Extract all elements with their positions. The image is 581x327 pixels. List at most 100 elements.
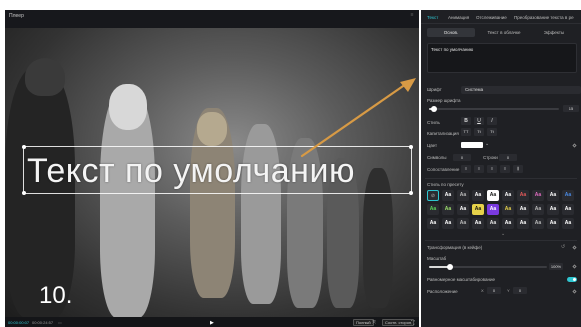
- resize-handle[interactable]: [409, 191, 413, 195]
- position-x-axis-label: X: [481, 288, 484, 293]
- preset-style[interactable]: Aa: [442, 190, 454, 201]
- robot-head-1: [109, 84, 147, 130]
- preset-style[interactable]: Aa: [457, 218, 469, 229]
- play-icon[interactable]: ▶: [210, 320, 214, 326]
- preset-style[interactable]: Aa: [487, 190, 499, 201]
- preset-style[interactable]: Aa: [427, 218, 439, 229]
- full-button[interactable]: Полный: [353, 319, 374, 326]
- preset-style[interactable]: Aa: [517, 204, 529, 215]
- subtab-effects[interactable]: Эффекты: [531, 28, 577, 37]
- step-number: 10.: [39, 282, 73, 309]
- lines-label: Строки: [483, 155, 498, 160]
- preset-style[interactable]: Aa: [547, 218, 559, 229]
- preset-style[interactable]: Aa: [562, 204, 574, 215]
- preset-style[interactable]: Aa: [517, 190, 529, 201]
- scale-slider[interactable]: [429, 264, 547, 270]
- divider: [425, 240, 577, 241]
- keyframe-icon[interactable]: [572, 264, 577, 269]
- tab-tracking[interactable]: Отслеживание: [476, 15, 507, 20]
- keyframe-icon[interactable]: [572, 245, 577, 250]
- tab-text-to-speech[interactable]: Преобразование текста в ре: [514, 15, 574, 20]
- preset-style[interactable]: Aa: [472, 218, 484, 229]
- caps-lower-button[interactable]: Tt: [487, 128, 497, 136]
- player-panel: Плеер ≡ Текст по умолчанию 10. 00:00:00:…: [5, 10, 419, 327]
- keyframe-icon[interactable]: [572, 143, 577, 148]
- preset-style[interactable]: Aa: [457, 190, 469, 201]
- color-swatch[interactable]: [461, 142, 483, 148]
- align-right-icon[interactable]: ≡: [487, 165, 497, 173]
- subtab-basic[interactable]: Основ.: [427, 28, 475, 37]
- preset-style[interactable]: Aa: [442, 218, 454, 229]
- preset-style[interactable]: Aa: [487, 218, 499, 229]
- align-justify-icon[interactable]: ≡: [500, 165, 510, 173]
- scale-slider-knob[interactable]: [447, 264, 453, 270]
- worker-helmet: [25, 58, 65, 96]
- tab-animation[interactable]: Анимация: [448, 15, 469, 20]
- robot-head-2: [197, 112, 227, 146]
- preset-style[interactable]: Aa: [562, 218, 574, 229]
- size-slider[interactable]: [429, 106, 559, 112]
- preset-style[interactable]: Aa: [532, 204, 544, 215]
- preset-style[interactable]: Aa: [532, 190, 544, 201]
- uniform-scale-toggle[interactable]: [567, 277, 577, 282]
- player-menu-icon[interactable]: ≡: [411, 12, 414, 18]
- text-input[interactable]: Текст по умолчанию: [427, 43, 577, 73]
- preset-style[interactable]: Aa: [532, 218, 544, 229]
- size-value[interactable]: 15: [563, 105, 579, 112]
- size-label: Размер шрифта: [427, 98, 461, 103]
- fullscreen-icon[interactable]: ⛶: [411, 320, 415, 326]
- preset-style[interactable]: Aa: [427, 204, 439, 215]
- preset-style[interactable]: Aa: [547, 190, 559, 201]
- caps-label: Капитализация: [427, 131, 459, 136]
- preset-style[interactable]: Aa: [517, 218, 529, 229]
- keyframe-icon[interactable]: [572, 289, 577, 294]
- preset-style[interactable]: Aa: [472, 190, 484, 201]
- preset-style[interactable]: Aa: [547, 204, 559, 215]
- timeline-icon[interactable]: ▭: [58, 320, 62, 325]
- reset-icon[interactable]: ↺: [561, 244, 565, 250]
- preset-style[interactable]: Aa: [562, 190, 574, 201]
- position-y-value[interactable]: 0: [513, 287, 527, 294]
- caps-upper-button[interactable]: TT: [461, 128, 471, 136]
- position-y-axis-label: Y: [507, 288, 510, 293]
- position-x-value[interactable]: 0: [487, 287, 501, 294]
- chevron-down-icon[interactable]: ⌄: [485, 141, 489, 147]
- preset-style[interactable]: Aa: [457, 204, 469, 215]
- font-select[interactable]: Система: [461, 86, 581, 94]
- time-current: 00:00:00:07: [8, 320, 30, 325]
- align-center-icon[interactable]: ≡: [474, 165, 484, 173]
- player-title: Плеер: [9, 13, 24, 19]
- lines-value[interactable]: 0: [499, 154, 517, 161]
- preset-style[interactable]: Aa: [487, 204, 499, 215]
- italic-button[interactable]: I: [487, 117, 497, 125]
- align-vertical-icon[interactable]: ⫼: [513, 165, 523, 173]
- crop-icon[interactable]: ⤧: [372, 320, 376, 326]
- presets-label: Стиль по пресету: [427, 182, 464, 187]
- subtab-bubble[interactable]: Текст в облачке: [479, 28, 529, 37]
- editor-window: Плеер ≡ Текст по умолчанию 10. 0 0:00:00:…: [0, 0, 581, 327]
- chevron-down-icon[interactable]: ⌄: [501, 231, 505, 237]
- resize-handle[interactable]: [22, 145, 26, 149]
- caps-title-button[interactable]: Tt: [474, 128, 484, 136]
- size-slider-knob[interactable]: [431, 106, 437, 112]
- properties-panel: Текст Анимация Отслеживание Преобразован…: [421, 10, 581, 327]
- preset-style[interactable]: Aa: [502, 218, 514, 229]
- align-left-icon[interactable]: ≡: [461, 165, 471, 173]
- annotation-arrow: [300, 78, 416, 158]
- preset-style[interactable]: Aa: [472, 204, 484, 215]
- scale-value[interactable]: 100%: [549, 263, 563, 270]
- preset-style[interactable]: Aa: [502, 204, 514, 215]
- panel-tabs: Текст Анимация Отслеживание Преобразован…: [421, 10, 581, 24]
- preset-none[interactable]: ⊘: [427, 190, 439, 201]
- transform-label: Трансформация (в кейфе): [427, 245, 483, 250]
- preset-style[interactable]: Aa: [502, 190, 514, 201]
- align-label: Сопоставление: [427, 167, 460, 172]
- preset-style[interactable]: Aa: [442, 204, 454, 215]
- resize-handle[interactable]: [22, 191, 26, 195]
- tab-text[interactable]: Текст: [427, 15, 438, 20]
- symbols-value[interactable]: 0: [453, 154, 471, 161]
- uniform-scale-label: Равномерное масштабирование: [427, 277, 495, 282]
- ratio-button[interactable]: Соотн. сторон: [382, 319, 415, 326]
- underline-button[interactable]: U: [474, 117, 484, 125]
- bold-button[interactable]: B: [461, 117, 471, 125]
